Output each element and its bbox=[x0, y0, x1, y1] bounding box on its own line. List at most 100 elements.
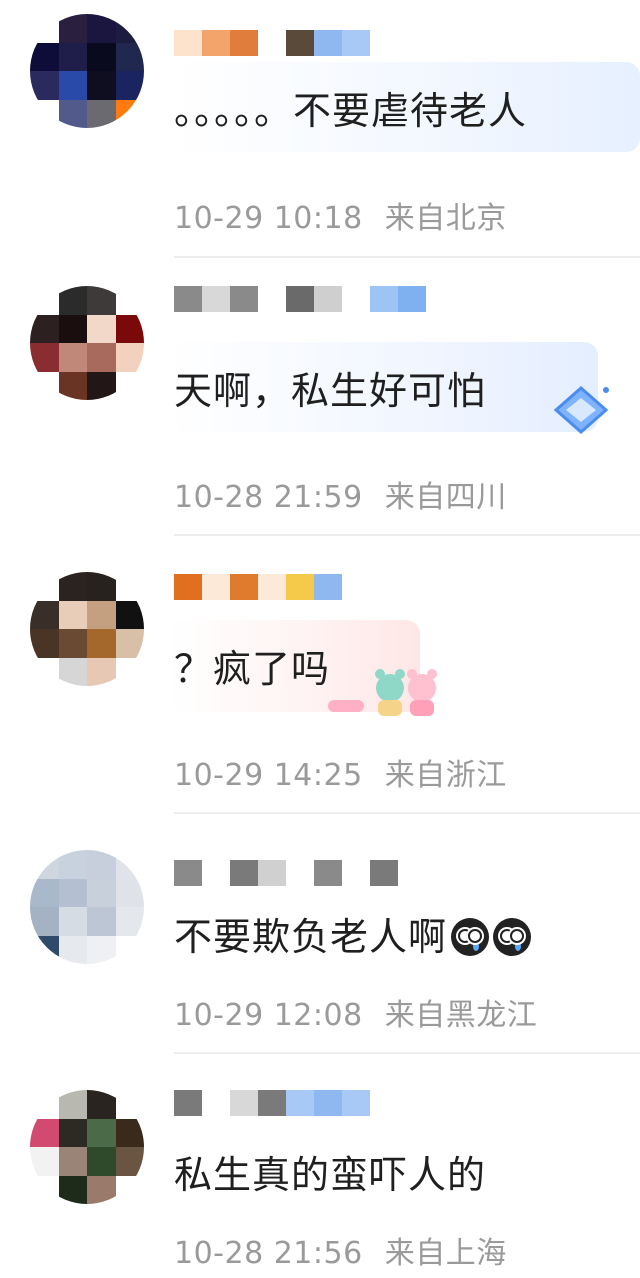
avatar-pixel bbox=[58, 42, 87, 71]
comment-date: 10-29 12:08 bbox=[174, 998, 363, 1033]
username-pixel bbox=[370, 860, 398, 886]
avatar-pixel bbox=[115, 99, 144, 128]
avatar-pixel bbox=[30, 572, 59, 601]
avatar-pixel bbox=[30, 14, 59, 43]
avatar-pixel bbox=[30, 1175, 59, 1204]
username-pixel bbox=[174, 1090, 202, 1116]
avatar-pixel bbox=[87, 629, 116, 658]
username-pixel bbox=[202, 30, 230, 56]
avatar-pixel bbox=[115, 600, 144, 629]
divider bbox=[174, 1052, 640, 1054]
username[interactable] bbox=[174, 572, 342, 602]
avatar-pixel bbox=[30, 1147, 59, 1176]
comment-location: 来自北京 bbox=[384, 201, 507, 236]
avatar-pixel bbox=[87, 286, 116, 315]
username-pixel bbox=[286, 574, 314, 600]
avatar-pixel bbox=[115, 657, 144, 686]
avatar-pixel bbox=[115, 572, 144, 601]
avatar-pixel bbox=[115, 1090, 144, 1119]
username-pixel bbox=[314, 286, 342, 312]
comment-text: 私生真的蛮吓人的 bbox=[174, 1153, 487, 1197]
bears-sticker-icon bbox=[326, 664, 444, 724]
avatar-pixel bbox=[30, 600, 59, 629]
avatar-pixel bbox=[115, 314, 144, 343]
username-pixel bbox=[286, 30, 314, 56]
comment-text-body: 不要欺负老人啊 bbox=[174, 915, 448, 959]
avatar-pixel bbox=[58, 935, 87, 964]
avatar-pixel bbox=[115, 14, 144, 43]
avatar[interactable] bbox=[30, 572, 144, 686]
comment-date: 10-28 21:59 bbox=[174, 480, 363, 515]
comment-date: 10-29 14:25 bbox=[174, 758, 363, 793]
avatar-pixel bbox=[115, 1175, 144, 1204]
avatar-pixel bbox=[115, 850, 144, 879]
crying-face-icon bbox=[451, 918, 490, 956]
comment-location: 来自四川 bbox=[384, 480, 507, 515]
username-pixel bbox=[286, 286, 314, 312]
username-pixel bbox=[174, 30, 202, 56]
comment-meta: 10-28 21:59 来自四川 bbox=[174, 472, 507, 516]
avatar-pixel bbox=[30, 657, 59, 686]
avatar-pixel bbox=[115, 907, 144, 936]
avatar-pixel bbox=[58, 572, 87, 601]
comment-text: 天啊，私生好可怕 bbox=[174, 369, 487, 413]
avatar-pixel bbox=[115, 371, 144, 400]
avatar-pixel bbox=[30, 371, 59, 400]
avatar-pixel bbox=[58, 907, 87, 936]
avatar[interactable] bbox=[30, 1090, 144, 1204]
avatar-pixel bbox=[115, 71, 144, 100]
username-pixel bbox=[174, 574, 202, 600]
avatar-pixel bbox=[30, 286, 59, 315]
avatar-pixel bbox=[58, 314, 87, 343]
diamond-sticker-icon bbox=[550, 384, 612, 440]
avatar[interactable] bbox=[30, 286, 144, 400]
avatar-pixel bbox=[87, 657, 116, 686]
crying-face-icon bbox=[493, 918, 532, 956]
avatar-pixel bbox=[30, 1090, 59, 1119]
username-pixel bbox=[370, 286, 398, 312]
divider bbox=[174, 534, 640, 536]
username-pixel bbox=[314, 30, 342, 56]
comment-date: 10-29 10:18 bbox=[174, 201, 363, 236]
username[interactable] bbox=[174, 284, 426, 314]
username-pixel bbox=[202, 1090, 230, 1116]
username[interactable] bbox=[174, 28, 370, 58]
username-pixel bbox=[258, 860, 286, 886]
username[interactable] bbox=[174, 1088, 370, 1118]
avatar-pixel bbox=[87, 343, 116, 372]
avatar-pixel bbox=[30, 314, 59, 343]
username-pixel bbox=[258, 30, 286, 56]
avatar-pixel bbox=[87, 1090, 116, 1119]
username-pixel bbox=[230, 1090, 258, 1116]
avatar-pixel bbox=[87, 935, 116, 964]
avatar-pixel bbox=[115, 629, 144, 658]
avatar[interactable] bbox=[30, 14, 144, 128]
comment-meta: 10-29 14:25 来自浙江 bbox=[174, 750, 507, 794]
avatar-pixel bbox=[30, 1118, 59, 1147]
avatar-pixel bbox=[58, 1090, 87, 1119]
username-pixel bbox=[230, 30, 258, 56]
avatar-pixel bbox=[58, 71, 87, 100]
avatar-pixel bbox=[115, 1147, 144, 1176]
username-pixel bbox=[314, 860, 342, 886]
comment-meta: 10-29 10:18 来自北京 bbox=[174, 193, 507, 237]
avatar-pixel bbox=[87, 42, 116, 71]
avatar-pixel bbox=[30, 71, 59, 100]
avatar[interactable] bbox=[30, 850, 144, 964]
avatar-pixel bbox=[87, 371, 116, 400]
username-pixel bbox=[342, 1090, 370, 1116]
username[interactable] bbox=[174, 858, 398, 888]
avatar-pixel bbox=[58, 343, 87, 372]
avatar-pixel bbox=[87, 1175, 116, 1204]
avatar-pixel bbox=[30, 343, 59, 372]
username-pixel bbox=[342, 860, 370, 886]
username-pixel bbox=[202, 286, 230, 312]
username-pixel bbox=[258, 286, 286, 312]
avatar-pixel bbox=[87, 99, 116, 128]
avatar-pixel bbox=[87, 14, 116, 43]
comment-meta: 10-28 21:56 来自上海 bbox=[174, 1228, 507, 1272]
username-pixel bbox=[174, 286, 202, 312]
avatar-pixel bbox=[115, 42, 144, 71]
username-pixel bbox=[314, 1090, 342, 1116]
avatar-pixel bbox=[115, 343, 144, 372]
